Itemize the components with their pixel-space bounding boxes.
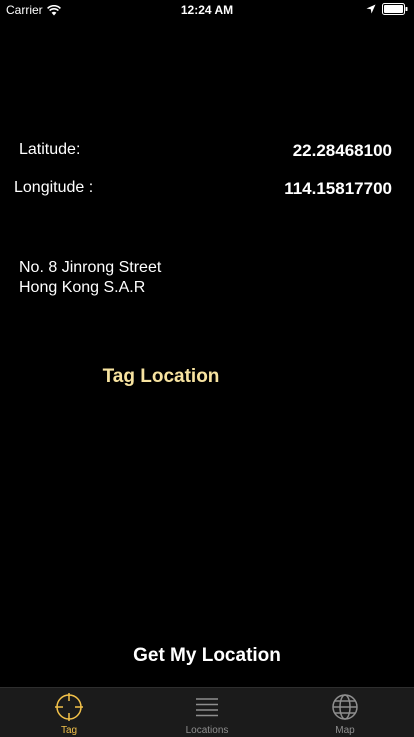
tab-map-label: Map (335, 725, 355, 736)
status-time: 12:24 AM (180, 3, 234, 17)
crosshair-icon (54, 692, 84, 722)
globe-icon (331, 692, 359, 722)
tab-locations-label: Locations (185, 725, 229, 736)
status-bar: Carrier 12:24 AM (0, 0, 414, 20)
longitude-label: Longitude : (14, 179, 94, 196)
tab-bar: Tag Locations Map (0, 687, 414, 737)
tag-location-button[interactable]: Tag Location (80, 362, 242, 392)
battery-icon (382, 3, 408, 15)
status-right (366, 3, 408, 15)
location-arrow-icon (366, 4, 376, 14)
list-icon (194, 692, 220, 722)
address-text: No. 8 Jinrong Street Hong Kong S.A.R (19, 258, 161, 298)
latitude-label: Latitude: (19, 141, 81, 158)
tab-tag-label: Tag (60, 725, 78, 736)
address-line-1: No. 8 Jinrong Street (19, 259, 162, 276)
tab-map[interactable]: Map (276, 688, 414, 737)
tab-tag[interactable]: Tag (0, 688, 138, 737)
latitude-value: 22.28468100 (292, 141, 392, 160)
longitude-value: 114.15817700 (284, 179, 392, 198)
address-line-2: Hong Kong S.A.R (19, 279, 146, 296)
get-my-location-button[interactable]: Get My Location (100, 641, 314, 671)
tab-locations[interactable]: Locations (138, 688, 276, 737)
